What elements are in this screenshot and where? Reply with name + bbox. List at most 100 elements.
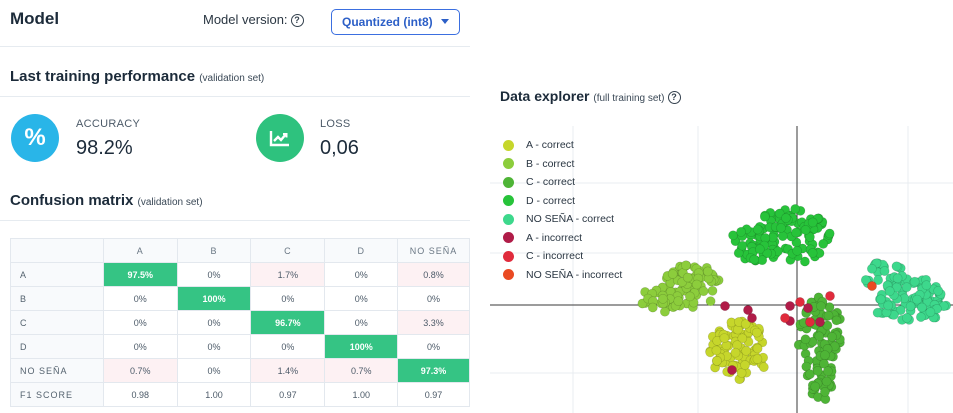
scatter-point [751, 327, 762, 338]
row-label: F1 SCORE [10, 382, 104, 407]
model-version-value: Quantized (int8) [342, 15, 433, 29]
table-cell: 0% [176, 310, 252, 335]
scatter-point [720, 301, 730, 311]
table-cell: 0.7% [324, 358, 399, 383]
legend-label: NO SEÑA - incorrect [526, 268, 623, 281]
table-row: D 0% 0% 0% 100% 0% [10, 334, 470, 359]
scatter-point [807, 248, 818, 258]
performance-subtitle: (validation set) [199, 73, 265, 84]
table-cell: 96.7% [250, 310, 326, 335]
table-row: B 0% 100% 0% 0% 0% [10, 286, 470, 311]
scatter-point [921, 280, 932, 291]
legend-item[interactable]: NO SEÑA - correct [503, 210, 622, 229]
column-header: A [102, 238, 178, 263]
table-cell: 100% [176, 286, 252, 311]
table-cell: 1.4% [250, 358, 326, 383]
scatter-point [821, 376, 832, 387]
legend-label: B - correct [526, 157, 575, 170]
model-version-text: Model version: [203, 12, 288, 27]
legend-item[interactable]: A - incorrect [503, 229, 622, 248]
legend-item[interactable]: A - correct [503, 136, 622, 155]
row-label: A [10, 262, 104, 287]
scatter-point [712, 355, 722, 366]
chart-icon [256, 114, 304, 162]
scatter-point [719, 333, 730, 343]
table-cell: 0.8% [397, 262, 470, 287]
scatter-point [891, 261, 902, 272]
scatter-point [682, 272, 693, 283]
explorer-title-text: Data explorer [500, 88, 590, 104]
column-header: C [250, 238, 326, 263]
confusion-divider [0, 220, 470, 221]
scatter-point [901, 312, 912, 323]
table-cell: 0% [102, 286, 178, 311]
table-cell: 0% [250, 334, 326, 359]
confusion-subtitle: (validation set) [137, 197, 203, 208]
legend-swatch [503, 158, 514, 170]
scatter-point [702, 266, 713, 277]
scatter-point [777, 231, 788, 241]
help-icon[interactable]: ? [290, 14, 304, 27]
column-header: D [324, 238, 399, 263]
legend-item[interactable]: C - incorrect [503, 247, 622, 266]
scatter-point [872, 307, 883, 318]
confusion-table: A B C D NO SEÑA A 97.5% 0% 1.7% 0% 0.8% … [10, 238, 470, 407]
table-row: C 0% 0% 96.7% 0% 3.3% [10, 310, 470, 335]
scatter-point [727, 365, 737, 375]
percent-icon: % [11, 114, 59, 162]
scatter-point [892, 273, 903, 284]
scatter-point [800, 334, 811, 345]
table-cell: 0% [324, 286, 399, 311]
scatter-point [705, 296, 716, 307]
scatter-point [741, 345, 752, 356]
scatter-point [875, 294, 886, 305]
legend-swatch [503, 176, 514, 188]
accuracy-value: 98.2% [76, 137, 133, 159]
column-header: NO SEÑA [397, 238, 470, 263]
legend-label: NO SEÑA - correct [526, 213, 615, 226]
scatter-point [647, 302, 658, 313]
explorer-subtitle: (full training set) [593, 93, 665, 104]
performance-title-text: Last training performance [10, 68, 196, 85]
scatter-point [790, 204, 801, 214]
scatter-point [736, 227, 746, 237]
performance-title: Last training performance (validation se… [10, 68, 264, 85]
performance-divider [0, 96, 470, 97]
scatter-point [807, 217, 818, 228]
legend-swatch [503, 195, 514, 207]
f1-cell: 0.97 [397, 382, 470, 407]
legend-item[interactable]: C - correct [503, 173, 622, 192]
scatter-point [698, 286, 709, 297]
f1-cell: 1.00 [176, 382, 252, 407]
scatter-point [822, 366, 833, 377]
header-divider [0, 46, 470, 47]
scatter-point [824, 228, 835, 239]
legend-label: A - correct [526, 139, 574, 152]
table-cell: 0% [324, 262, 399, 287]
table-cell: 0% [176, 334, 252, 359]
scatter-point [752, 354, 763, 364]
scatter-point [827, 331, 837, 342]
scatter-point [879, 266, 890, 276]
legend-swatch [503, 269, 514, 281]
scatter-point [912, 294, 922, 305]
f1-cell: 0.98 [102, 382, 178, 407]
table-cell: 0.7% [102, 358, 178, 383]
scatter-point [758, 362, 769, 372]
help-icon[interactable]: ? [667, 91, 681, 104]
legend-item[interactable]: D - correct [503, 192, 622, 211]
loss-value: 0,06 [320, 137, 359, 159]
legend-item[interactable]: NO SEÑA - incorrect [503, 266, 622, 285]
scatter-point [791, 227, 801, 238]
table-cell: 0% [324, 310, 399, 335]
legend-item[interactable]: B - correct [503, 155, 622, 174]
confusion-title: Confusion matrix (validation set) [10, 192, 203, 209]
scatter-point [680, 260, 691, 271]
scatter-point [740, 360, 750, 370]
row-label: B [10, 286, 104, 311]
model-version-select[interactable]: Quantized (int8) [331, 9, 460, 35]
scatter-point [805, 317, 815, 327]
corner-cell [10, 238, 104, 263]
scatter-point [866, 263, 877, 274]
scatter-point [752, 224, 763, 235]
